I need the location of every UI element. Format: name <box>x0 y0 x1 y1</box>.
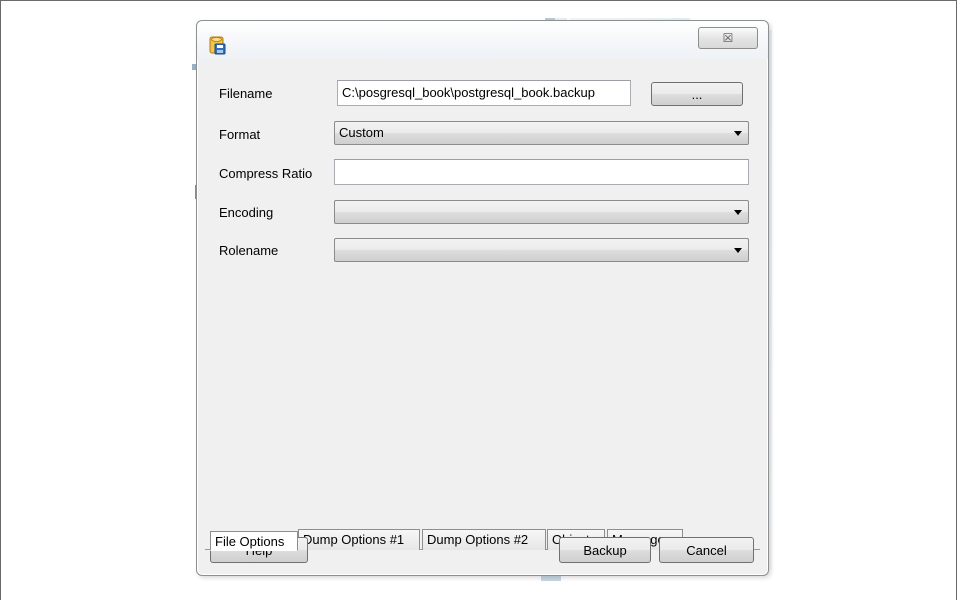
dialog-body: Filename C:\posgresql_book\postgresql_bo… <box>205 61 760 567</box>
compress-ratio-label: Compress Ratio <box>219 166 313 181</box>
tab-dump-options-1[interactable]: Dump Options #1 <box>298 529 420 550</box>
tab-file-options[interactable]: File Options <box>210 531 298 551</box>
format-select[interactable]: Custom <box>334 121 749 145</box>
chevron-down-icon <box>734 248 742 253</box>
backup-button[interactable]: Backup <box>559 537 651 563</box>
close-button[interactable]: ☒ <box>698 27 758 49</box>
compress-ratio-input[interactable] <box>334 159 749 185</box>
cancel-button-label: Cancel <box>686 542 727 558</box>
cancel-button[interactable]: Cancel <box>659 537 754 563</box>
browse-button-label: ... <box>691 86 703 102</box>
encoding-select[interactable] <box>334 200 749 224</box>
filename-input[interactable]: C:\posgresql_book\postgresql_book.backup <box>337 80 631 106</box>
encoding-label: Encoding <box>219 205 274 220</box>
rolename-label: Rolename <box>219 243 279 258</box>
backup-button-label: Backup <box>583 542 627 558</box>
title-bar: ☒ <box>197 21 768 59</box>
close-icon: ☒ <box>722 31 734 45</box>
backup-dialog: ☒ Filename C:\posgresql_book\postgresql_… <box>196 20 769 576</box>
filename-label: Filename <box>219 86 273 101</box>
chevron-down-icon <box>734 210 742 215</box>
rolename-select[interactable] <box>334 238 749 262</box>
browse-button[interactable]: ... <box>651 82 743 106</box>
chevron-down-icon <box>734 131 742 136</box>
tab-dump-options-2[interactable]: Dump Options #2 <box>422 529 546 550</box>
format-select-value: Custom <box>339 125 384 140</box>
database-backup-icon <box>209 36 226 55</box>
format-label: Format <box>219 127 261 142</box>
